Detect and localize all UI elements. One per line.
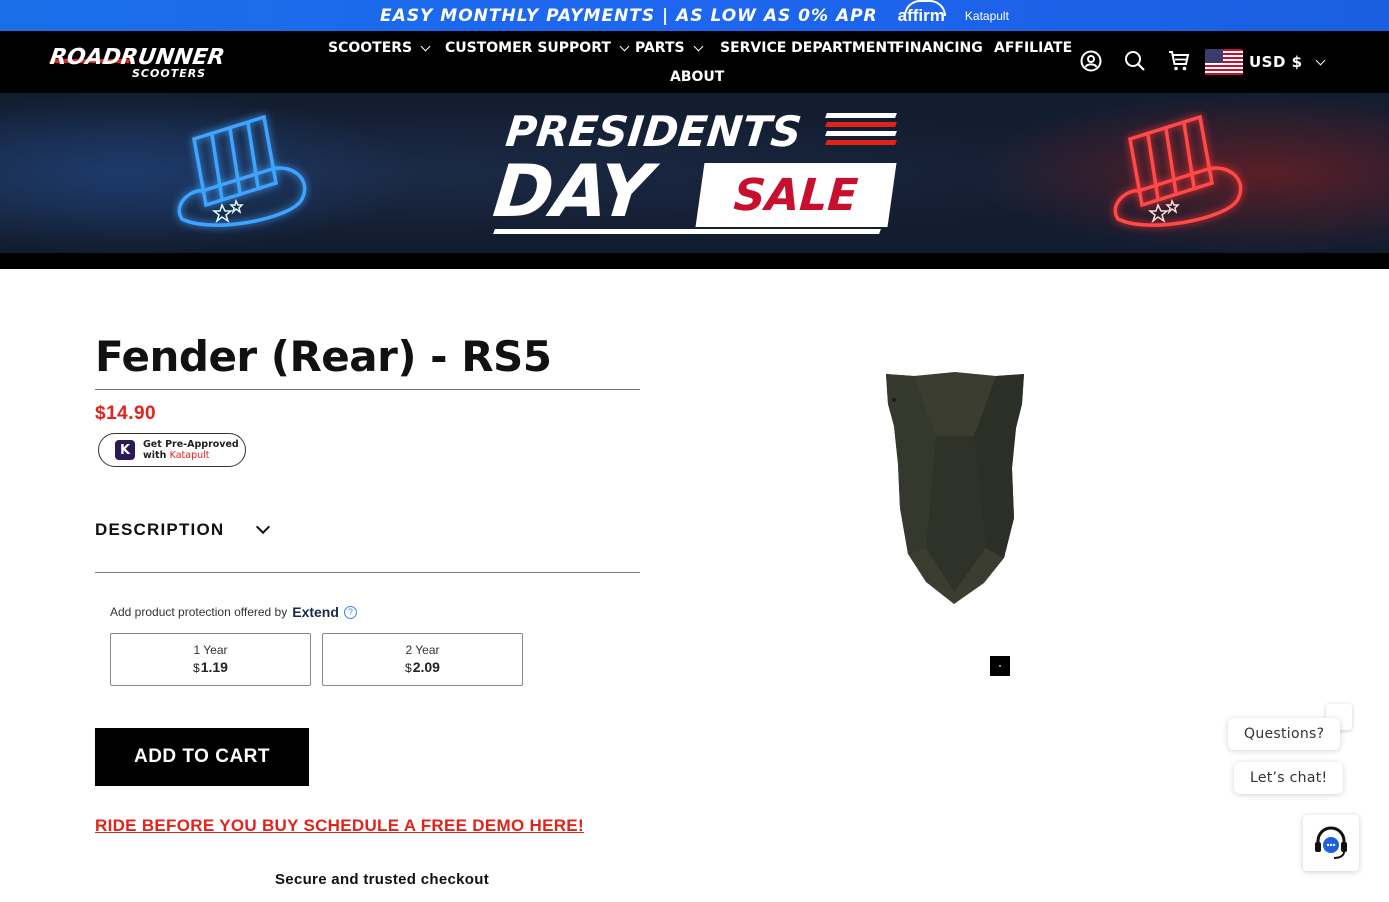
chevron-down-icon [1315,55,1326,65]
nav-item-label: PARTS [635,40,685,56]
thumbnail-dot [999,665,1001,667]
currency-label: USD $ [1249,53,1303,71]
red-top-hat-icon [1113,114,1243,227]
chat-bubble-lets-chat[interactable]: Let’s chat! [1234,762,1344,794]
nav-item-affiliate[interactable]: AFFILIATE [994,40,1072,56]
banner-bottom-strip [0,253,1389,269]
presidents-day-banner[interactable]: PRESIDENTS DAY SALE [0,93,1389,253]
nav-item-about[interactable]: ABOUT [670,69,724,85]
nav-item-label: ABOUT [670,69,725,85]
announcement-bar[interactable]: EASY MONTHLY PAYMENTS | AS LOW AS 0% APR… [0,0,1389,31]
product-image[interactable] [884,368,1026,608]
chevron-down-icon [256,519,271,535]
sale-badge: SALE [695,163,897,227]
headset-chat-icon [1315,826,1347,859]
chevron-down-icon [693,41,704,51]
plan-amount: 1.19 [200,659,228,675]
banner-underline [493,229,881,234]
logo-subtitle: SCOOTERS [132,67,207,80]
title-divider [95,389,640,390]
protection-plan-2-year[interactable]: 2 Year $2.09 [322,633,523,686]
katapult-k-icon: K [115,440,135,460]
plan-term: 2 Year [405,643,440,657]
nav-item-label: AFFILIATE [994,40,1073,56]
announcement-text: EASY MONTHLY PAYMENTS | AS LOW AS 0% APR [380,5,878,26]
chat-launcher-button[interactable] [1303,815,1359,871]
plan-price: $1.19 [111,659,310,675]
help-icon[interactable]: ? [343,605,357,619]
chevron-down-icon [619,41,630,51]
katapult-line1: Get Pre-Approved [143,439,239,450]
nav-item-label: FINANCING [895,40,983,56]
katapult-preapproval-button[interactable]: K Get Pre-Approved with Katapult [98,433,246,467]
roadrunner-logo[interactable]: ROADRUNNER SCOOTERS [48,45,292,81]
header-icons [1078,48,1192,74]
description-toggle[interactable]: DESCRIPTION [95,519,640,540]
search-icon[interactable] [1122,48,1148,74]
plan-price: $2.09 [323,659,522,675]
add-to-cart-button[interactable]: ADD TO CART [95,728,309,786]
protection-text: Add product protection offered by [110,605,288,619]
chevron-down-icon [420,41,431,51]
nav-item-label: CUSTOMER SUPPORT [445,40,611,56]
nav-item-service-department[interactable]: SERVICE DEPARTMENT [720,40,897,56]
currency-selector[interactable]: USD $ [1205,49,1326,75]
plan-currency: $ [405,661,412,675]
description-label: DESCRIPTION [95,520,225,539]
image-thumbnail[interactable] [990,656,1010,676]
protection-offer: Add product protection offered by Extend… [110,604,357,620]
sale-text: SALE [732,169,860,221]
nav-item-parts[interactable]: PARTS [635,40,704,56]
extend-logo: Extend [292,604,339,620]
protection-plan-1-year[interactable]: 1 Year $1.19 [110,633,311,686]
plan-term: 1 Year [193,643,228,657]
katapult-brand: Katapult [169,450,210,461]
katapult-with: with [143,450,167,461]
katapult-logo: Katapult [964,8,1009,23]
banner-title-day: DAY [489,149,655,233]
nav-item-customer-support[interactable]: CUSTOMER SUPPORT [445,40,630,56]
nav-item-label: SCOOTERS [328,40,413,56]
schedule-demo-link[interactable]: RIDE BEFORE YOU BUY SCHEDULE A FREE DEMO… [95,816,584,836]
blue-top-hat-icon [177,114,307,227]
main-nav: SCOOTERS CUSTOMER SUPPORT PARTS SERVICE … [318,35,1072,93]
katapult-button-text: Get Pre-Approved with Katapult [143,439,239,461]
banner-stripes [825,113,897,149]
cart-icon[interactable] [1166,48,1192,74]
product-price: $14.90 [95,403,157,424]
nav-item-financing[interactable]: FINANCING [895,40,983,56]
site-header: ROADRUNNER SCOOTERS SCOOTERS CUSTOMER SU… [0,31,1389,93]
description-divider [95,572,640,573]
plan-amount: 2.09 [412,659,440,675]
us-flag-icon [1205,49,1243,75]
chat-bubble-questions[interactable]: Questions? [1228,718,1341,750]
nav-item-scooters[interactable]: SCOOTERS [328,40,431,56]
affirm-logo: affirm [897,0,946,25]
nav-item-label: SERVICE DEPARTMENT [720,40,897,56]
account-icon[interactable] [1078,48,1104,74]
plan-currency: $ [193,661,200,675]
secure-checkout-label: Secure and trusted checkout [275,871,489,888]
product-title: Fender (Rear) - RS5 [95,332,552,381]
